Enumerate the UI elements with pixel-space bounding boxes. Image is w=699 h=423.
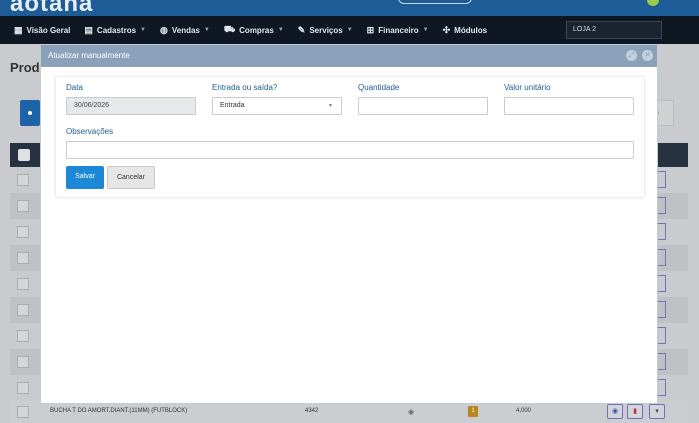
chevron-down-icon: ▼ [277,27,284,33]
nav-servicos[interactable]: ✎ Serviços ▼ [298,25,353,36]
row-action-button[interactable] [658,353,666,370]
row-checkbox[interactable] [17,406,29,418]
select-all-checkbox[interactable] [18,149,30,161]
row-checkbox[interactable] [17,356,29,368]
nav-vendas[interactable]: ◍ Vendas ▼ [160,25,210,36]
row-checkbox[interactable] [17,252,29,264]
modal-header: Atualizar manualmente ⤢ ✕ [41,45,657,67]
chevron-down-icon: ▼ [328,103,333,109]
table-row[interactable]: BUCHA T DO AMORT.DIANT.(11MM) (FUTBLOCK)… [10,401,688,423]
row-checkbox[interactable] [17,200,29,212]
date-field: 30/06/2026 [66,97,196,115]
row-action-button[interactable] [658,197,666,214]
nav-financeiro[interactable]: ⊞ Financeiro ▼ [367,25,429,36]
row-action-button[interactable] [658,327,666,344]
row-action-button[interactable] [658,379,666,396]
nav-modulos[interactable]: ✣ Módulos [443,25,487,36]
nav-label: Cadastros [96,25,137,35]
product-stock: 4,000 [516,408,532,414]
product-code: 4342 [305,408,319,414]
quantity-input[interactable] [358,97,488,115]
modules-icon: ✣ [442,24,451,35]
row-checkbox[interactable] [17,382,29,394]
view-button[interactable]: ◉ [607,404,623,419]
eye-icon: ◉ [408,409,415,416]
chevron-down-icon: ▼ [140,27,146,33]
nav-label: Serviços [309,25,343,35]
delete-button[interactable]: ▮ [627,404,643,419]
product-description: BUCHA T DO AMORT.DIANT.(11MM) (FUTBLOCK) [50,408,188,414]
nav-label: Compras [239,25,274,35]
wrench-icon: ✎ [297,24,306,35]
sales-icon: ◍ [160,24,168,35]
row-checkbox[interactable] [17,278,29,290]
chevron-down-icon: ▼ [203,27,210,33]
cart-icon: ⛟ [223,24,236,34]
nav-label: Financeiro [378,25,419,35]
obs-label: Observações [66,127,114,136]
header-pill[interactable] [398,0,472,4]
register-icon: ▤ [84,24,93,35]
save-button[interactable]: Salvar [66,166,104,189]
more-button[interactable]: ▾ [649,404,665,419]
row-checkbox[interactable] [17,226,29,238]
form-panel: Data 30/06/2026 Entrada ou saída? Entrad… [56,77,644,197]
eye-icon: ◉ [611,408,619,415]
nav-label: Visão Geral [26,25,71,35]
row-checkbox[interactable] [17,174,29,186]
row-action-button[interactable] [658,301,666,318]
cancel-button[interactable]: Cancelar [107,166,155,189]
status-badge: 1 [468,406,478,417]
valor-label: Valor unitário [504,83,551,92]
row-action-button[interactable] [658,275,666,292]
minimize-icon[interactable]: ⤢ [626,50,637,61]
notes-input[interactable] [66,141,634,159]
money-icon: ⊞ [366,24,375,35]
row-action-button[interactable] [658,223,666,240]
nav-cadastros[interactable]: ▤ Cadastros ▼ [84,25,146,36]
entry-type-value: Entrada [220,102,245,109]
nav-label: Módulos [454,25,488,35]
update-stock-modal: Atualizar manualmente ⤢ ✕ Data 30/06/202… [40,44,658,404]
new-product-button[interactable] [20,100,40,126]
data-label: Data [66,83,83,92]
nav-visao-geral[interactable]: ▦ Visão Geral [14,25,70,36]
nav-label: Vendas [171,25,200,35]
store-selector[interactable]: LOJA 2 [566,21,662,39]
row-checkbox[interactable] [17,304,29,316]
unit-price-input[interactable] [504,97,634,115]
close-icon[interactable]: ✕ [642,50,653,61]
row-checkbox[interactable] [17,330,29,342]
row-action-button[interactable] [658,249,666,266]
quantidade-label: Quantidade [358,83,400,92]
brand-logo[interactable]: aotana [10,0,93,16]
tipo-label: Entrada ou saída? [212,83,278,92]
row-action-button[interactable] [658,171,666,188]
modal-title: Atualizar manualmente [48,51,130,60]
chevron-down-icon: ▼ [422,27,429,33]
dashboard-icon: ▦ [14,24,23,35]
chevron-down-icon: ▼ [346,27,353,33]
entry-type-select[interactable]: Entrada ▼ [212,97,342,115]
nav-compras[interactable]: ⛟ Compras ▼ [224,24,284,36]
chevron-down-icon: ▾ [655,408,659,415]
brand-bar: aotana [0,0,699,16]
trash-icon: ▮ [633,408,637,415]
user-avatar[interactable] [647,0,659,6]
